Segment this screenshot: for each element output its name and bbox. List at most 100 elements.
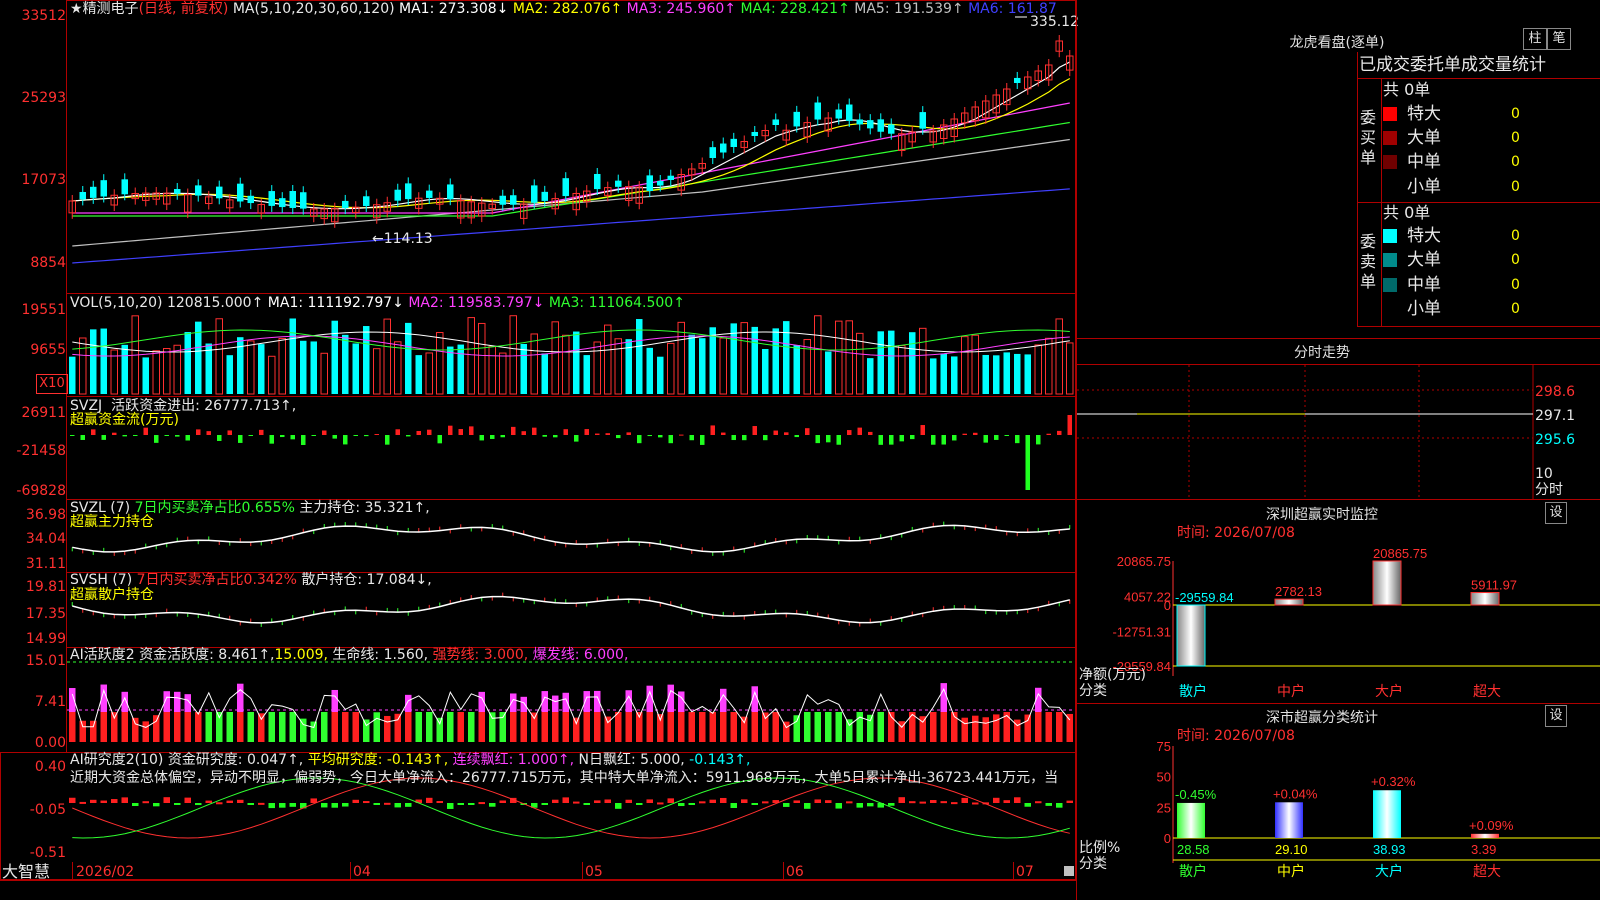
vol-ma-values: MA1: 111192.797↓ MA2: 119583.797↓ MA3: 1…: [268, 295, 685, 311]
svsh-value: 17.084↓,: [366, 572, 432, 588]
vol-bar: [940, 353, 947, 394]
sell-side-label: 委卖单: [1360, 232, 1377, 291]
ai2-v2: 15.009,: [274, 647, 328, 663]
scroll-indicator[interactable]: [1064, 866, 1074, 876]
research-bar: [1066, 800, 1073, 803]
vol-bar: [268, 355, 276, 395]
szs-bar-chg-2: +0.32%: [1371, 774, 1416, 789]
szm-bar-cat-2: 大户: [1375, 683, 1403, 699]
vol-bar: [457, 344, 464, 394]
svzj-bar: [616, 435, 621, 439]
research-bar: [940, 801, 947, 804]
vol-bar: [415, 355, 422, 394]
svzj-bar: [931, 435, 936, 445]
star-icon[interactable]: ★: [70, 1, 83, 17]
kline-chart-area[interactable]: ★精测电子(日线, 前复权) MA(5,10,20,30,60,120) MA1…: [0, 0, 1079, 900]
activity-bar: [331, 712, 338, 742]
candle-body: [268, 191, 275, 206]
vol-bar: [677, 321, 685, 395]
research-bar: [174, 803, 181, 805]
candle-body: [667, 175, 674, 180]
research-bar: [279, 803, 286, 808]
vol-bar: [383, 318, 391, 395]
bar-mode-button[interactable]: 柱: [1523, 28, 1547, 50]
svzj-bar: [1057, 430, 1062, 435]
research-bar: [457, 803, 464, 805]
date-label-1: 04: [353, 864, 371, 880]
svzj-axis-2: -21458: [16, 443, 66, 459]
svzj-bar: [500, 435, 505, 438]
candle-body: [216, 186, 223, 199]
szm-axis-label: 20865.75: [1117, 554, 1171, 569]
szs-bar-cat-3: 超大: [1473, 863, 1501, 879]
research-bar: [993, 797, 1000, 803]
szs-bar-cat-1: 中户: [1277, 863, 1305, 879]
vol-bar: [1024, 354, 1031, 394]
candle-body: [300, 192, 307, 209]
research-bar: [573, 801, 580, 804]
research-bar: [247, 803, 254, 805]
date-label-2: 05: [585, 864, 603, 880]
activity-bar: [783, 721, 790, 742]
vol-bar: [69, 356, 76, 394]
svzj-bar: [427, 429, 432, 435]
activity-bar: [426, 712, 433, 742]
svzj-bar: [437, 435, 442, 444]
svzj-bar: [458, 429, 463, 435]
sell-swatch-1: [1383, 253, 1397, 267]
ma-1-value: 273.308↓: [434, 1, 513, 17]
research-bar: [1024, 803, 1031, 807]
vol-ma-line: [72, 335, 1070, 357]
research-bar: [625, 799, 632, 803]
vol-unit-badge[interactable]: X10: [36, 374, 68, 394]
sz-stats-bar-chart: 75 50 25 0 -0.45% 28.58 散户 +0.04% 29.10 中户 +0.32% 3…: [1157, 739, 1600, 879]
sz-stats-settings-button[interactable]: 设: [1545, 705, 1567, 727]
tick-mode-button[interactable]: 笔: [1547, 28, 1571, 50]
sz-monitor-ylabel: 净额(万元): [1079, 667, 1146, 683]
sz-monitor-settings-button[interactable]: 设: [1545, 502, 1567, 524]
vol-bar: [331, 320, 338, 394]
research-bar: [751, 803, 758, 805]
buy-label-2: 中单: [1407, 152, 1441, 172]
buy-swatch-3: [1383, 180, 1397, 194]
research-bar: [1035, 801, 1042, 804]
vol-bar: [751, 326, 758, 394]
vol-ma-1-value: 111192.797↓: [303, 295, 409, 311]
svzj-bar: [637, 435, 642, 444]
ai2-v5: 爆发线: 6.000,: [532, 647, 629, 663]
svzj-bar: [1004, 435, 1009, 436]
svzj-bar: [80, 435, 85, 440]
vol-bar: [1066, 342, 1074, 395]
activity-bar: [877, 712, 884, 742]
activity-bar: [121, 712, 128, 742]
ma-4-value: 228.421↑: [775, 1, 855, 17]
svzl-axis-2: 34.04: [25, 531, 66, 547]
vol-bar: [300, 340, 307, 394]
research-bar: [688, 803, 695, 805]
ai2-value: 8.461↑,: [218, 647, 275, 663]
main-axis-3: 17073: [21, 172, 66, 188]
air-axis-3: -0.51: [29, 845, 66, 861]
activity-bar: [247, 712, 254, 742]
research-bar: [646, 799, 653, 803]
activity-bar: [646, 712, 653, 742]
research-bar: [79, 801, 86, 804]
research-line-red: [72, 777, 1070, 839]
buy-value-1: 0: [1511, 130, 1520, 146]
activity-bar: [615, 712, 622, 742]
sz-monitor-xlabel: 分类: [1079, 683, 1107, 699]
activity-bar: [468, 712, 475, 742]
stock-mode[interactable]: (日线, 前复权): [139, 1, 229, 17]
candle-body: [426, 190, 433, 198]
ma-2-label: MA2:: [512, 1, 549, 17]
buy-side-label: 委买单: [1360, 108, 1377, 167]
vol-label: VOL(5,10,20): [70, 295, 163, 311]
candle-body: [856, 119, 863, 125]
vol-bar: [205, 343, 212, 394]
research-bar: [783, 803, 790, 807]
vol-bar: [363, 326, 370, 394]
research-bar: [384, 802, 391, 805]
vol-bar: [121, 344, 128, 394]
szs-axis-label: 0: [1164, 831, 1171, 846]
activity-bar: [531, 712, 538, 742]
